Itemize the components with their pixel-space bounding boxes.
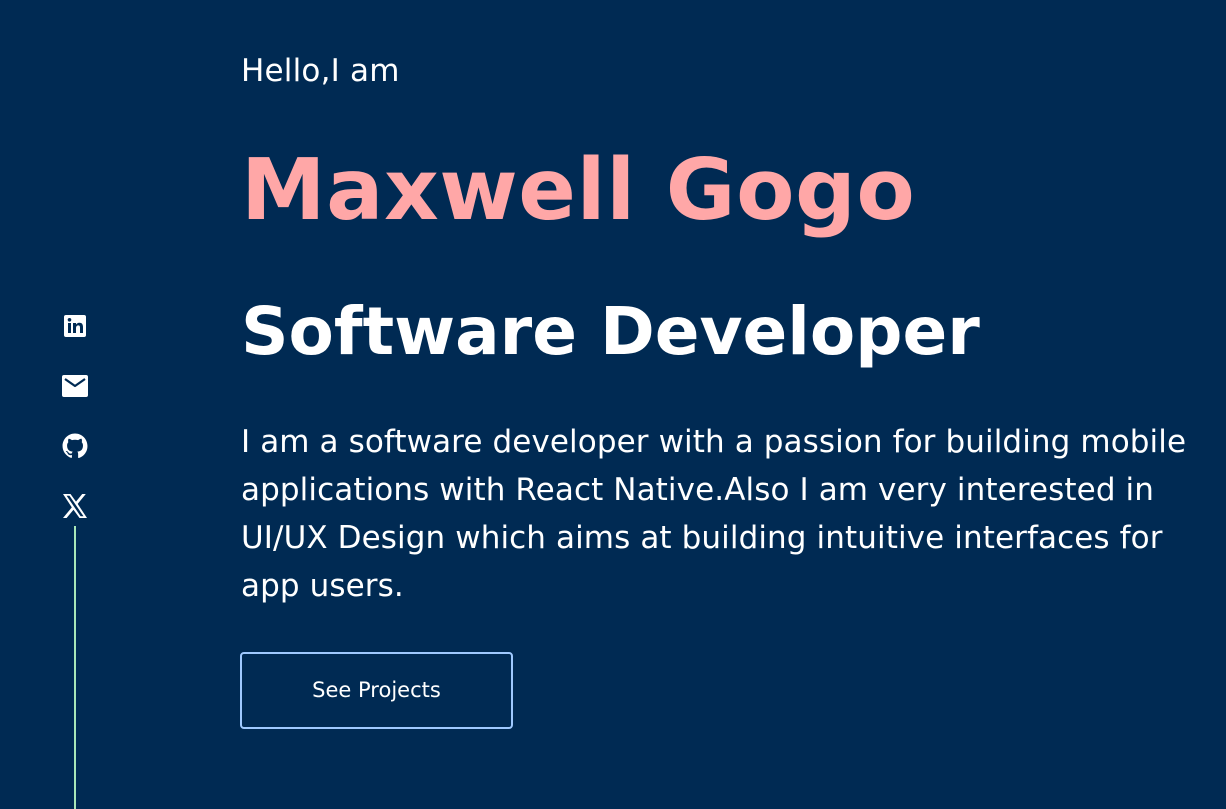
mail-icon xyxy=(62,375,88,397)
x-icon xyxy=(63,494,87,518)
social-links-rail xyxy=(58,312,92,809)
developer-name: Maxwell Gogo xyxy=(241,141,916,240)
rail-divider-line xyxy=(74,526,76,809)
developer-role: Software Developer xyxy=(241,293,980,370)
github-link[interactable] xyxy=(61,432,89,460)
github-icon xyxy=(62,433,88,458)
email-link[interactable] xyxy=(61,372,89,400)
bio-paragraph: I am a software developer with a passion… xyxy=(241,424,1187,604)
x-twitter-link[interactable] xyxy=(61,492,89,520)
linkedin-link[interactable] xyxy=(61,312,89,340)
see-projects-button[interactable]: See Projects xyxy=(240,652,513,729)
greeting-text: Hello,I am xyxy=(241,53,400,89)
linkedin-icon xyxy=(64,315,86,337)
